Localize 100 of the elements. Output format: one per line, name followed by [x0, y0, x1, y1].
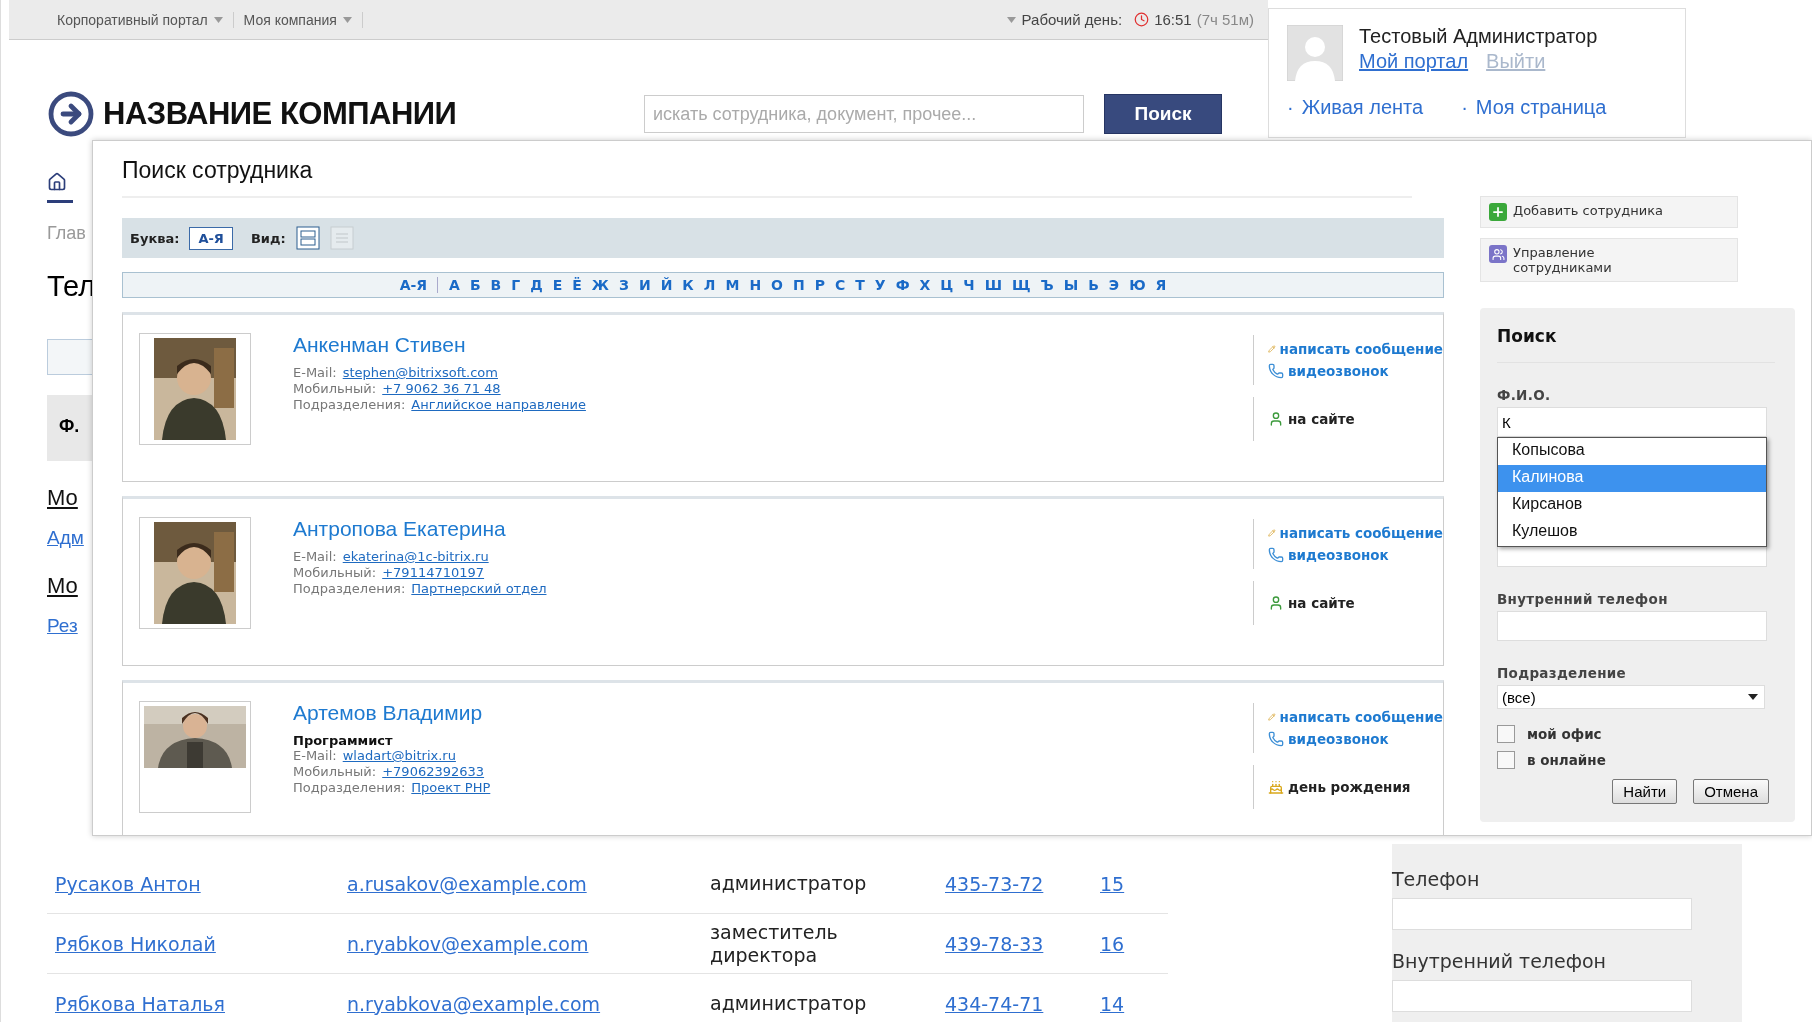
- letter-link[interactable]: У: [869, 277, 891, 293]
- menu-item[interactable]: Моя компания: [233, 11, 363, 28]
- menu-link[interactable]: Живая лента: [1301, 95, 1424, 121]
- bullet-mark: ·: [1287, 95, 1294, 120]
- letter-link[interactable]: Л: [698, 277, 721, 293]
- letter-link[interactable]: Б: [464, 277, 486, 293]
- letter-link[interactable]: Я: [1150, 277, 1172, 293]
- link[interactable]: Адм: [47, 527, 84, 549]
- phone-icon: [1268, 547, 1284, 563]
- field-link[interactable]: stephen@bitrixsoft.com: [342, 365, 498, 381]
- employee-name[interactable]: Анкенман Стивен: [293, 333, 1253, 357]
- logo-icon: [47, 90, 95, 138]
- letter-link[interactable]: А: [444, 277, 465, 293]
- suggestion-item[interactable]: Кирсанов: [1498, 492, 1766, 519]
- checkbox[interactable]: [1497, 751, 1515, 769]
- letter-link[interactable]: Д: [525, 277, 548, 293]
- field-link[interactable]: +79062392633: [382, 764, 485, 780]
- user-link[interactable]: Мой портал: [1359, 50, 1469, 73]
- letter-link[interactable]: Ф: [890, 277, 915, 293]
- field-link[interactable]: Партнерский отдел: [411, 581, 547, 597]
- letter-link[interactable]: С: [830, 277, 851, 293]
- letter-link[interactable]: Ъ: [1035, 277, 1059, 293]
- employee-name[interactable]: Антропова Екатерина: [293, 517, 1253, 541]
- email-link[interactable]: n.ryabkova@example.com: [347, 992, 710, 1015]
- nav-label[interactable]: Глав: [47, 223, 86, 244]
- letter-link[interactable]: П: [788, 277, 810, 293]
- name-field[interactable]: К: [1497, 407, 1767, 437]
- field-link[interactable]: wladart@bitrix.ru: [342, 748, 456, 764]
- clock-icon: [1134, 12, 1150, 27]
- field-link[interactable]: Проект PHP: [411, 780, 491, 796]
- letter-link[interactable]: В: [485, 277, 507, 293]
- employee-name[interactable]: Артемов Владимир: [293, 701, 1253, 725]
- checkbox[interactable]: [1497, 725, 1515, 743]
- find-button[interactable]: Найти: [1612, 779, 1678, 804]
- home-icon[interactable]: [47, 172, 67, 192]
- link[interactable]: Рез: [47, 615, 78, 637]
- letter-mode-button[interactable]: А-Я: [189, 226, 233, 250]
- action-link[interactable]: написать сообщение: [1268, 525, 1443, 541]
- menu-link[interactable]: Моя страница: [1475, 95, 1607, 121]
- action-link[interactable]: написать сообщение: [1268, 341, 1443, 357]
- suggestion-item[interactable]: Калинова: [1498, 465, 1766, 492]
- number-link[interactable]: 15: [1100, 872, 1160, 895]
- letter-link[interactable]: Г: [506, 277, 526, 293]
- action-link[interactable]: написать сообщение: [1268, 709, 1443, 725]
- letter-link[interactable]: Н: [744, 277, 767, 293]
- letter-link[interactable]: Й: [655, 277, 678, 293]
- manage-employees-button[interactable]: Управление сотрудниками: [1480, 238, 1738, 282]
- field-link[interactable]: Английское направление: [411, 397, 586, 413]
- letter-link[interactable]: Щ: [1006, 277, 1036, 293]
- name-link[interactable]: Рябков Николай: [55, 932, 347, 955]
- letter-link[interactable]: М: [720, 277, 745, 293]
- number-link[interactable]: 14: [1100, 992, 1160, 1015]
- table-cell-text: администратор: [710, 872, 868, 895]
- action-link[interactable]: видеозвонок: [1268, 363, 1443, 379]
- letter-link[interactable]: З: [613, 277, 634, 293]
- name-link[interactable]: Рябкова Наталья: [55, 992, 347, 1015]
- cancel-button[interactable]: Отмена: [1693, 779, 1769, 804]
- phone-link[interactable]: 435-73-72: [945, 872, 1100, 895]
- workday-label[interactable]: Рабочий день:: [1021, 11, 1123, 28]
- phone-field[interactable]: [1497, 611, 1767, 641]
- letter-link[interactable]: Ь: [1083, 277, 1104, 293]
- email-link[interactable]: a.rusakov@example.com: [347, 872, 710, 895]
- letter-link[interactable]: Ё: [567, 277, 587, 293]
- view-icon[interactable]: [295, 226, 320, 250]
- field-link[interactable]: ekaterina@1c-bitrix.ru: [342, 549, 489, 565]
- field-label: Подразделение: [1497, 665, 1628, 681]
- menu-item[interactable]: Корпоративный портал: [47, 11, 234, 28]
- suggestion-item[interactable]: Кулешов: [1498, 519, 1766, 546]
- number-link[interactable]: 16: [1100, 932, 1160, 955]
- phone-link[interactable]: 439-78-33: [945, 932, 1100, 955]
- letter-link[interactable]: Х: [914, 277, 936, 293]
- email-link[interactable]: n.ryabkov@example.com: [347, 932, 710, 955]
- letter-link[interactable]: О: [766, 277, 788, 293]
- letter-link[interactable]: К: [677, 277, 699, 293]
- letter-link[interactable]: Ж: [586, 277, 614, 293]
- search-field[interactable]: искать сотрудника, документ, прочее...: [644, 95, 1084, 133]
- person-icon: [1268, 595, 1284, 611]
- field-link[interactable]: +79114710197: [382, 565, 485, 581]
- letter-link[interactable]: Э: [1103, 277, 1125, 293]
- caret-icon: [1006, 16, 1016, 23]
- phone-link[interactable]: 434-74-71: [945, 992, 1100, 1015]
- letter-link[interactable]: Ы: [1058, 277, 1084, 293]
- letter-link[interactable]: Р: [809, 277, 830, 293]
- action-link[interactable]: видеозвонок: [1268, 547, 1443, 563]
- search-button[interactable]: Поиск: [1104, 94, 1222, 134]
- dialog-title: Поиск сотрудника: [122, 141, 1412, 198]
- letter-link[interactable]: Ш: [979, 277, 1007, 293]
- letter-link[interactable]: Е: [547, 277, 568, 293]
- letter-link[interactable]: Т: [850, 277, 870, 293]
- action-link[interactable]: видеозвонок: [1268, 731, 1443, 747]
- add-employee-button[interactable]: Добавить сотрудника: [1480, 196, 1738, 228]
- name-link[interactable]: Русаков Антон: [55, 872, 347, 895]
- letter-link[interactable]: Ю: [1124, 277, 1151, 293]
- suggestion-item[interactable]: Копысова: [1498, 438, 1766, 465]
- letter-link[interactable]: Ч: [958, 277, 980, 293]
- field-link[interactable]: +7 9062 36 71 48: [382, 381, 501, 397]
- letter-link[interactable]: А-Я: [394, 277, 439, 293]
- department-select[interactable]: (все): [1497, 685, 1765, 709]
- letter-link[interactable]: Ц: [935, 277, 959, 293]
- letter-link[interactable]: И: [633, 277, 656, 293]
